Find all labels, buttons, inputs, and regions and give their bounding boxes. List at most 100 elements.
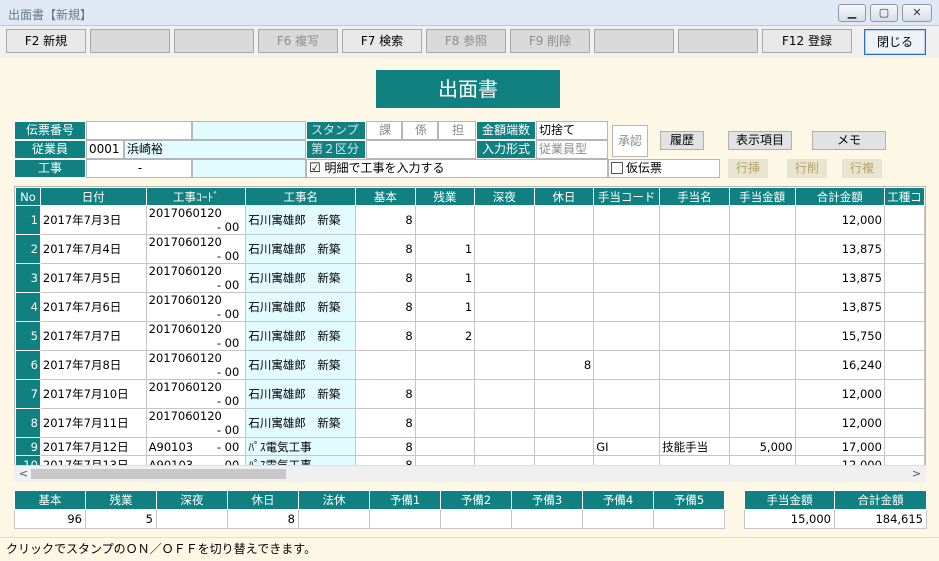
koji-code-cell[interactable]: 2017060120- 00 — [145, 263, 247, 293]
zangyo-cell[interactable] — [414, 408, 476, 438]
kihon-cell[interactable]: 8 — [355, 379, 416, 409]
blank-function-button-2[interactable] — [174, 29, 254, 53]
koji-code-cell[interactable]: A90103 - 00 — [145, 437, 247, 456]
shinya-cell[interactable] — [474, 292, 535, 322]
teate-amount-cell[interactable] — [728, 292, 796, 322]
teate-amount-cell[interactable] — [728, 350, 796, 380]
blank-function-button-3[interactable] — [594, 29, 674, 53]
f6-copy-button[interactable]: F6 複写 — [258, 29, 338, 53]
scroll-thumb[interactable] — [31, 469, 286, 479]
teate-code-cell[interactable] — [593, 292, 661, 322]
shinya-cell[interactable] — [474, 379, 535, 409]
kyujitsu-cell[interactable] — [533, 292, 595, 322]
stamp-tan[interactable]: 担 — [438, 121, 476, 140]
table-row[interactable]: 6 2017年7月8日 2017060120- 00 石川寓雄郎 新築 8 16,240 — [15, 350, 925, 380]
kyujitsu-cell[interactable] — [533, 321, 595, 351]
shinya-cell[interactable] — [474, 205, 535, 235]
kihon-cell[interactable]: 8 — [355, 292, 416, 322]
table-row[interactable]: 5 2017年7月7日 2017060120- 00 石川寓雄郎 新築 8 2 15,750 — [15, 321, 925, 351]
table-row[interactable]: 8 2017年7月11日 2017060120- 00 石川寓雄郎 新築 8 12,000 — [15, 408, 925, 438]
teate-code-cell[interactable] — [593, 321, 661, 351]
date-cell[interactable]: 2017年7月4日 — [39, 234, 147, 264]
teate-amount-cell[interactable] — [728, 321, 796, 351]
grid-column-header[interactable]: 工事名 — [245, 187, 357, 206]
koji-code-cell[interactable]: 2017060120- 00 — [145, 205, 247, 235]
teate-code-cell[interactable] — [593, 234, 661, 264]
kyujitsu-cell[interactable] — [533, 263, 595, 293]
table-row[interactable]: 9 2017年7月12日 A90103 - 00 ﾊﾟｽ電気工事 8 GI 技能手当 5,000… — [15, 437, 925, 456]
kihon-cell[interactable]: 8 — [355, 408, 416, 438]
row-insert-button[interactable]: 行挿 — [728, 159, 768, 178]
close-window-button[interactable]: ✕ — [902, 4, 932, 22]
koshu-code-cell[interactable] — [883, 321, 925, 351]
kihon-cell[interactable]: 8 — [355, 263, 416, 293]
kihon-cell[interactable]: 8 — [355, 205, 416, 235]
zangyo-cell[interactable] — [414, 437, 476, 456]
f9-delete-button[interactable]: F9 削除 — [510, 29, 590, 53]
koshu-code-cell[interactable] — [883, 350, 925, 380]
kyujitsu-cell[interactable] — [533, 408, 595, 438]
koshu-code-cell[interactable] — [883, 234, 925, 264]
kyujitsu-cell[interactable] — [533, 205, 595, 235]
f12-register-button[interactable]: F12 登録 — [762, 29, 852, 53]
teate-amount-cell[interactable] — [728, 379, 796, 409]
zangyo-cell[interactable]: 1 — [414, 234, 476, 264]
shinya-cell[interactable] — [474, 321, 535, 351]
kubun2-field[interactable] — [366, 140, 476, 159]
grid-column-header[interactable]: 工種コ — [883, 187, 925, 206]
grid-column-header[interactable]: 合計金額 — [794, 187, 885, 206]
teate-code-cell[interactable] — [593, 350, 661, 380]
table-row[interactable]: 3 2017年7月5日 2017060120- 00 石川寓雄郎 新築 8 1 13,875 — [15, 263, 925, 293]
date-cell[interactable]: 2017年7月12日 — [39, 437, 147, 456]
maximize-button[interactable]: ▢ — [870, 4, 898, 22]
kyujitsu-cell[interactable] — [533, 234, 595, 264]
zangyo-cell[interactable]: 1 — [414, 263, 476, 293]
grid-column-header[interactable]: 手当コード — [593, 187, 661, 206]
zangyo-cell[interactable] — [414, 379, 476, 409]
stamp-ka[interactable]: 課 — [366, 121, 402, 140]
row-copy-button[interactable]: 行複 — [842, 159, 882, 178]
date-cell[interactable]: 2017年7月8日 — [39, 350, 147, 380]
date-cell[interactable]: 2017年7月11日 — [39, 408, 147, 438]
table-row[interactable]: 2 2017年7月4日 2017060120- 00 石川寓雄郎 新築 8 1 13,875 — [15, 234, 925, 264]
grid-column-header[interactable]: 手当金額 — [728, 187, 796, 206]
table-row[interactable]: 4 2017年7月6日 2017060120- 00 石川寓雄郎 新築 8 1 13,875 — [15, 292, 925, 322]
koshu-code-cell[interactable] — [883, 205, 925, 235]
teate-code-cell[interactable] — [593, 263, 661, 293]
teate-code-cell[interactable] — [593, 408, 661, 438]
kihon-cell[interactable] — [355, 350, 416, 380]
stamp-kakari[interactable]: 係 — [402, 121, 438, 140]
table-row[interactable]: 1 2017年7月3日 2017060120- 00 石川寓雄郎 新築 8 12,000 — [15, 205, 925, 235]
kihon-cell[interactable]: 8 — [355, 437, 416, 456]
minimize-button[interactable]: ▁ — [838, 4, 866, 22]
teate-code-cell[interactable] — [593, 205, 661, 235]
kyujitsu-cell[interactable]: 8 — [533, 350, 595, 380]
table-row[interactable]: 7 2017年7月10日 2017060120- 00 石川寓雄郎 新築 8 12,000 — [15, 379, 925, 409]
zangyo-cell[interactable] — [414, 350, 476, 380]
grid-column-header[interactable]: 基本 — [355, 187, 416, 206]
kyujitsu-cell[interactable] — [533, 379, 595, 409]
teate-amount-cell[interactable] — [728, 263, 796, 293]
f2-new-button[interactable]: F2 新規 — [6, 29, 86, 53]
date-cell[interactable]: 2017年7月5日 — [39, 263, 147, 293]
kingaku-field[interactable]: 切捨て — [536, 121, 608, 140]
horizontal-scrollbar[interactable]: < > — [14, 465, 926, 482]
denpyo-number-field[interactable] — [86, 121, 192, 140]
koshu-code-cell[interactable] — [883, 263, 925, 293]
close-button[interactable]: 閉じる — [864, 29, 926, 55]
hyoji-koumoku-button[interactable]: 表示項目 — [728, 131, 792, 150]
date-cell[interactable]: 2017年7月6日 — [39, 292, 147, 322]
kari-denpyo-checkbox[interactable] — [611, 162, 623, 174]
koji-code-cell[interactable]: 2017060120- 00 — [145, 379, 247, 409]
shonin-stamp[interactable]: 承認 — [612, 125, 648, 157]
meisai-checkbox[interactable]: ☑ — [309, 161, 321, 176]
memo-button[interactable]: メモ — [812, 131, 886, 150]
meisai-checkbox-row[interactable]: ☑ 明細で工事を入力する — [306, 159, 608, 178]
koshu-code-cell[interactable] — [883, 408, 925, 438]
date-cell[interactable]: 2017年7月3日 — [39, 205, 147, 235]
grid-column-header[interactable]: 深夜 — [474, 187, 535, 206]
teate-code-cell[interactable] — [593, 379, 661, 409]
koji-code-cell[interactable]: 2017060120- 00 — [145, 321, 247, 351]
scroll-left-icon[interactable]: < — [16, 467, 31, 482]
grid-column-header[interactable]: No — [15, 187, 41, 206]
